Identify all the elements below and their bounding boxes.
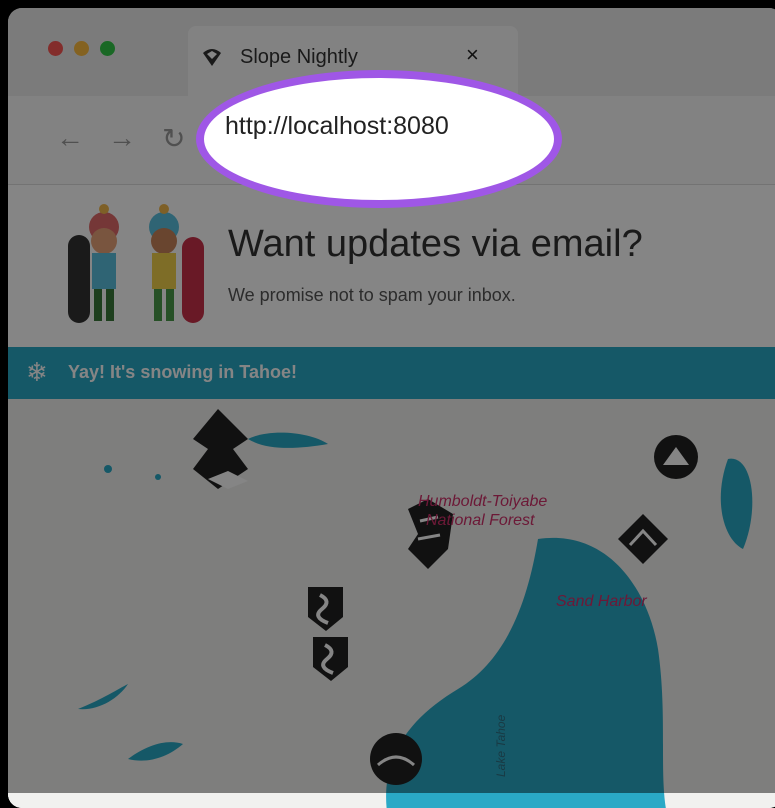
url-text[interactable]: http://localhost:8080 <box>225 112 449 141</box>
